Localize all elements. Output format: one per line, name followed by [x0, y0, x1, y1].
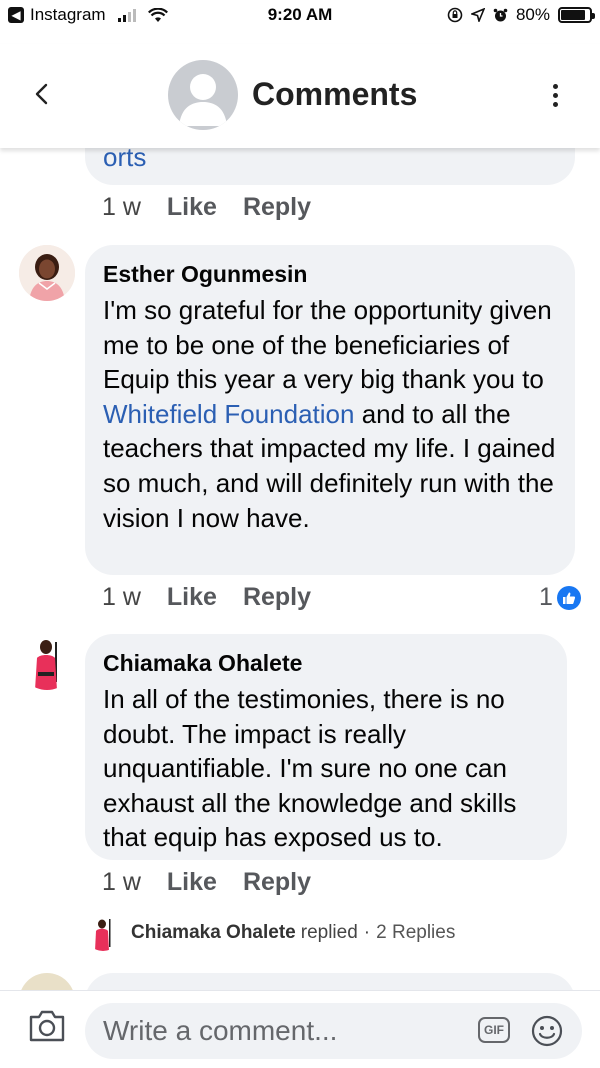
comments-feed[interactable]: orts 1 w Like Reply Esther Ogunmesin I'm…	[0, 148, 600, 990]
like-button[interactable]: Like	[167, 868, 217, 897]
reply-count: 2 Replies	[376, 922, 456, 943]
like-button[interactable]: Like	[167, 193, 217, 222]
comment-age: 1 w	[102, 583, 141, 611]
page-title: Comments	[252, 76, 418, 112]
comment-actions-partial: 1 w Like Reply	[102, 193, 337, 222]
reply-button[interactable]: Reply	[243, 193, 311, 222]
emoji-icon[interactable]	[531, 1015, 563, 1047]
rotation-lock-icon	[447, 7, 463, 23]
profile-avatar[interactable]	[168, 60, 238, 130]
location-icon	[470, 8, 485, 22]
reply-avatar	[85, 915, 121, 951]
more-options-icon[interactable]	[545, 84, 565, 112]
reaction-summary[interactable]: 1	[539, 583, 581, 612]
avatar-esther[interactable]	[19, 245, 75, 301]
reaction-count: 1	[539, 583, 553, 611]
comment-age: 1 w	[102, 193, 141, 221]
mention-link[interactable]: Whitefield Foundation	[103, 399, 354, 429]
comment-bubble-partial[interactable]: orts	[85, 148, 575, 185]
comment-bubble-esther[interactable]: Esther Ogunmesin I'm so grateful for the…	[85, 245, 575, 575]
comment-bubble-chiamaka[interactable]: Chiamaka Ohalete In all of the testimoni…	[85, 634, 567, 860]
battery-icon	[558, 7, 595, 23]
comment-text-partial[interactable]: orts	[103, 148, 146, 172]
alarm-icon	[493, 8, 508, 21]
gif-icon[interactable]: GIF	[478, 1017, 510, 1043]
comment-input[interactable]: Write a comment... GIF	[85, 1003, 582, 1059]
comment-author[interactable]: Esther Ogunmesin	[103, 259, 557, 289]
status-bar: ◀ Instagram 9:20 AM 80%	[0, 0, 600, 32]
comment-actions-chiamaka: 1 w Like Reply	[102, 868, 337, 897]
reply-button[interactable]: Reply	[243, 868, 311, 897]
thumbs-up-icon	[556, 585, 581, 610]
comment-input-placeholder: Write a comment...	[103, 1015, 338, 1046]
default-person-icon	[179, 74, 227, 126]
view-replies-link[interactable]: Chiamaka Ohalete replied · 2 Replies	[85, 915, 455, 951]
reply-button[interactable]: Reply	[243, 583, 311, 612]
camera-icon[interactable]	[28, 1009, 66, 1043]
avatar-next[interactable]	[19, 973, 75, 990]
comment-age: 1 w	[102, 868, 141, 896]
reply-verb: replied	[300, 922, 358, 943]
avatar-chiamaka[interactable]	[19, 634, 75, 690]
back-chevron-icon[interactable]	[30, 82, 54, 106]
comments-header: Comments	[0, 44, 600, 148]
separator-dot: ·	[363, 922, 371, 943]
comment-actions-esther: 1 w Like Reply	[102, 583, 337, 612]
status-right: 80%	[447, 5, 595, 25]
comment-text-part: I'm so grateful for the opportunity give…	[103, 295, 552, 395]
battery-percent: 80%	[515, 5, 550, 24]
comment-bubble-next[interactable]	[85, 973, 575, 990]
comment-text: In all of the testimonies, there is no d…	[103, 684, 517, 853]
comment-text: I'm so grateful for the opportunity give…	[103, 293, 557, 535]
comment-author[interactable]: Chiamaka Ohalete	[103, 648, 549, 678]
comment-composer: Write a comment... GIF	[0, 990, 600, 1068]
like-button[interactable]: Like	[167, 583, 217, 612]
reply-author: Chiamaka Ohalete	[131, 922, 296, 943]
